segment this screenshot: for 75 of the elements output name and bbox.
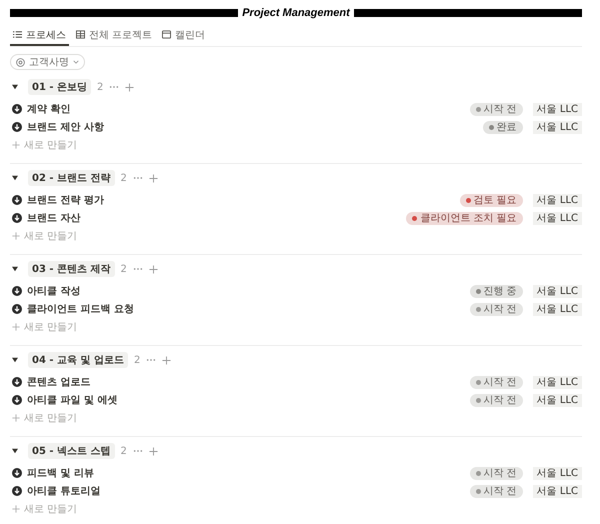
task-title[interactable]: 브랜드 자산 — [27, 211, 80, 225]
task-title[interactable]: 아티클 파일 및 에셋 — [27, 393, 118, 407]
client-tag: 서울 LLC — [532, 302, 582, 316]
status-tag: 시작 전 — [470, 302, 523, 316]
add-icon[interactable] — [148, 174, 158, 182]
plus-icon — [12, 414, 20, 422]
download-circle-icon — [12, 122, 22, 132]
plus-icon — [12, 505, 20, 513]
add-icon[interactable] — [148, 446, 158, 456]
task-title[interactable]: 아티클 작성 — [27, 284, 80, 298]
list-icon — [13, 30, 22, 39]
download-circle-icon — [12, 304, 22, 314]
chevron-icon — [73, 60, 79, 64]
task-title[interactable]: 계약 확인 — [27, 102, 70, 116]
client-tag: 서울 LLC — [532, 484, 582, 498]
view-tab[interactable]: 전체 프로젝트 — [73, 25, 156, 46]
page-title: Project Management — [242, 7, 350, 19]
add-icon[interactable] — [125, 82, 134, 92]
group-count: 2 — [97, 82, 104, 92]
status-tag: 시작 전 — [470, 466, 523, 480]
group-count: 2 — [120, 446, 127, 456]
download-circle-icon — [12, 195, 22, 205]
client-tag: 서울 LLC — [532, 466, 582, 480]
group-label: 05 - 넥스트 스텝 — [28, 443, 115, 459]
task-title[interactable]: 브랜드 제안 사항 — [27, 120, 104, 134]
plus-icon — [12, 141, 20, 149]
group-label: 01 - 온보딩 — [28, 79, 92, 95]
add-icon[interactable] — [148, 264, 158, 274]
more-icon[interactable] — [132, 267, 143, 271]
group-label: 03 - 콘텐츠 제작 — [28, 261, 115, 277]
task-title[interactable]: 피드백 및 리뷰 — [27, 466, 94, 480]
client-tag: 서울 LLC — [532, 102, 582, 116]
client-tag: 서울 LLC — [532, 212, 582, 224]
calendar-icon — [162, 30, 172, 39]
group-label: 04 - 교육 및 업로드 — [28, 352, 128, 368]
plus-icon — [12, 323, 20, 331]
group-count: 2 — [120, 264, 127, 274]
view-tab[interactable]: 캘린더 — [159, 25, 208, 46]
group-count: 2 — [134, 354, 140, 366]
status-tag: 시작 전 — [470, 376, 523, 388]
status-tag: 클라이언트 조치 필요 — [406, 212, 523, 224]
status-tag: 시작 전 — [470, 102, 523, 116]
add-icon[interactable] — [162, 356, 172, 364]
task-title[interactable]: 아티클 튜토리얼 — [27, 484, 100, 498]
task-title[interactable]: 브랜드 전략 평가 — [27, 193, 104, 207]
status-tag: 검토 필요 — [460, 194, 523, 206]
more-icon[interactable] — [109, 85, 120, 89]
client-tag: 서울 LLC — [532, 284, 582, 298]
status-tag: 진행 중 — [470, 284, 523, 298]
group-label: 02 - 브랜드 전략 — [28, 170, 115, 186]
plus-icon — [12, 232, 20, 240]
client-tag: 서울 LLC — [532, 394, 582, 406]
view-tab[interactable]: 프로세스 — [10, 25, 69, 46]
client-tag: 서울 LLC — [532, 120, 582, 134]
table-icon — [76, 30, 85, 39]
group-count: 2 — [120, 172, 127, 184]
download-circle-icon — [12, 213, 22, 223]
download-circle-icon — [12, 377, 22, 387]
status-tag: 시작 전 — [470, 394, 523, 406]
download-circle-icon — [12, 486, 22, 496]
download-circle-icon — [12, 104, 22, 114]
client-tag: 서울 LLC — [532, 194, 582, 206]
filter-icon — [16, 58, 25, 66]
task-title[interactable]: 클라이언트 피드백 요청 — [27, 302, 134, 316]
status-tag: 시작 전 — [470, 484, 523, 498]
more-icon[interactable] — [146, 358, 156, 362]
status-tag: 완료 — [482, 120, 523, 134]
download-circle-icon — [12, 286, 22, 296]
download-circle-icon — [12, 468, 22, 478]
filter-chip[interactable]: 고객사명 — [10, 54, 85, 70]
client-tag: 서울 LLC — [532, 376, 582, 388]
more-icon[interactable] — [132, 176, 143, 180]
task-title[interactable]: 콘텐츠 업로드 — [27, 375, 90, 389]
download-circle-icon — [12, 395, 22, 405]
more-icon[interactable] — [132, 449, 143, 453]
